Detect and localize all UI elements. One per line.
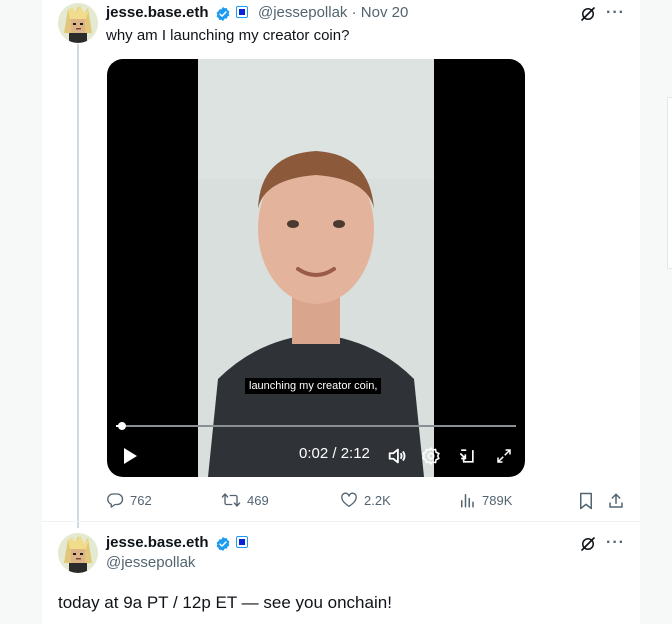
video-progress-knob[interactable]: [118, 422, 126, 430]
avatar[interactable]: [58, 533, 98, 573]
grok-slash-icon[interactable]: [578, 534, 598, 554]
separator-dot: ·: [351, 4, 357, 21]
tweet-text: today at 9a PT / 12p ET — see you onchai…: [58, 593, 392, 612]
author-name[interactable]: jesse.base.eth: [106, 4, 209, 21]
video-player[interactable]: launching my creator coin, 0:02 / 2:12: [107, 59, 525, 477]
more-icon[interactable]: ···: [606, 534, 625, 552]
volume-icon[interactable]: [385, 444, 409, 468]
tweet-divider: [42, 521, 640, 522]
video-time: 0:02 / 2:12: [299, 445, 370, 462]
views-chart-icon: [461, 494, 474, 508]
video-frame: [198, 59, 434, 477]
repost-count: 469: [247, 492, 269, 508]
reply-count: 762: [130, 492, 152, 508]
heart-icon: [341, 492, 357, 508]
play-icon[interactable]: [119, 445, 141, 467]
reply-icon: [107, 493, 124, 508]
settings-gear-icon[interactable]: [419, 444, 443, 468]
video-person-image: [198, 59, 434, 477]
views-count: 789K: [482, 492, 513, 508]
right-sidebar-edge: [667, 97, 672, 269]
avatar[interactable]: [58, 3, 98, 43]
reply-button[interactable]: 762: [106, 491, 152, 509]
fullscreen-icon[interactable]: [492, 444, 516, 468]
grok-slash-icon[interactable]: [578, 4, 598, 24]
views-button[interactable]: 789K: [458, 491, 512, 509]
author-handle[interactable]: @jessepollak: [106, 554, 195, 571]
tweet-date[interactable]: Nov 20: [361, 4, 409, 21]
share-icon[interactable]: [606, 491, 626, 511]
author-handle[interactable]: @jessepollak: [258, 4, 347, 21]
repost-button[interactable]: 469: [221, 491, 269, 509]
affiliate-square-icon: [236, 6, 248, 18]
video-caption: launching my creator coin,: [245, 378, 382, 394]
picture-in-picture-icon[interactable]: [455, 444, 479, 468]
verified-badge-icon: [216, 7, 230, 21]
more-icon[interactable]: ···: [606, 4, 625, 22]
avatar-image: [58, 3, 98, 43]
verified-badge-icon: [216, 537, 230, 551]
handle-and-date[interactable]: @jessepollak · Nov 20: [258, 4, 408, 21]
like-button[interactable]: 2.2K: [340, 491, 391, 509]
bookmark-icon[interactable]: [576, 491, 596, 511]
repost-icon: [221, 493, 241, 507]
author-name[interactable]: jesse.base.eth: [106, 534, 209, 551]
tweet-text: why am I launching my creator coin?: [106, 27, 350, 44]
thread-connector-line: [77, 44, 79, 528]
affiliate-square-icon: [236, 536, 248, 548]
avatar-image: [58, 533, 98, 573]
video-progress-bar[interactable]: [116, 422, 516, 430]
like-count: 2.2K: [364, 492, 391, 508]
